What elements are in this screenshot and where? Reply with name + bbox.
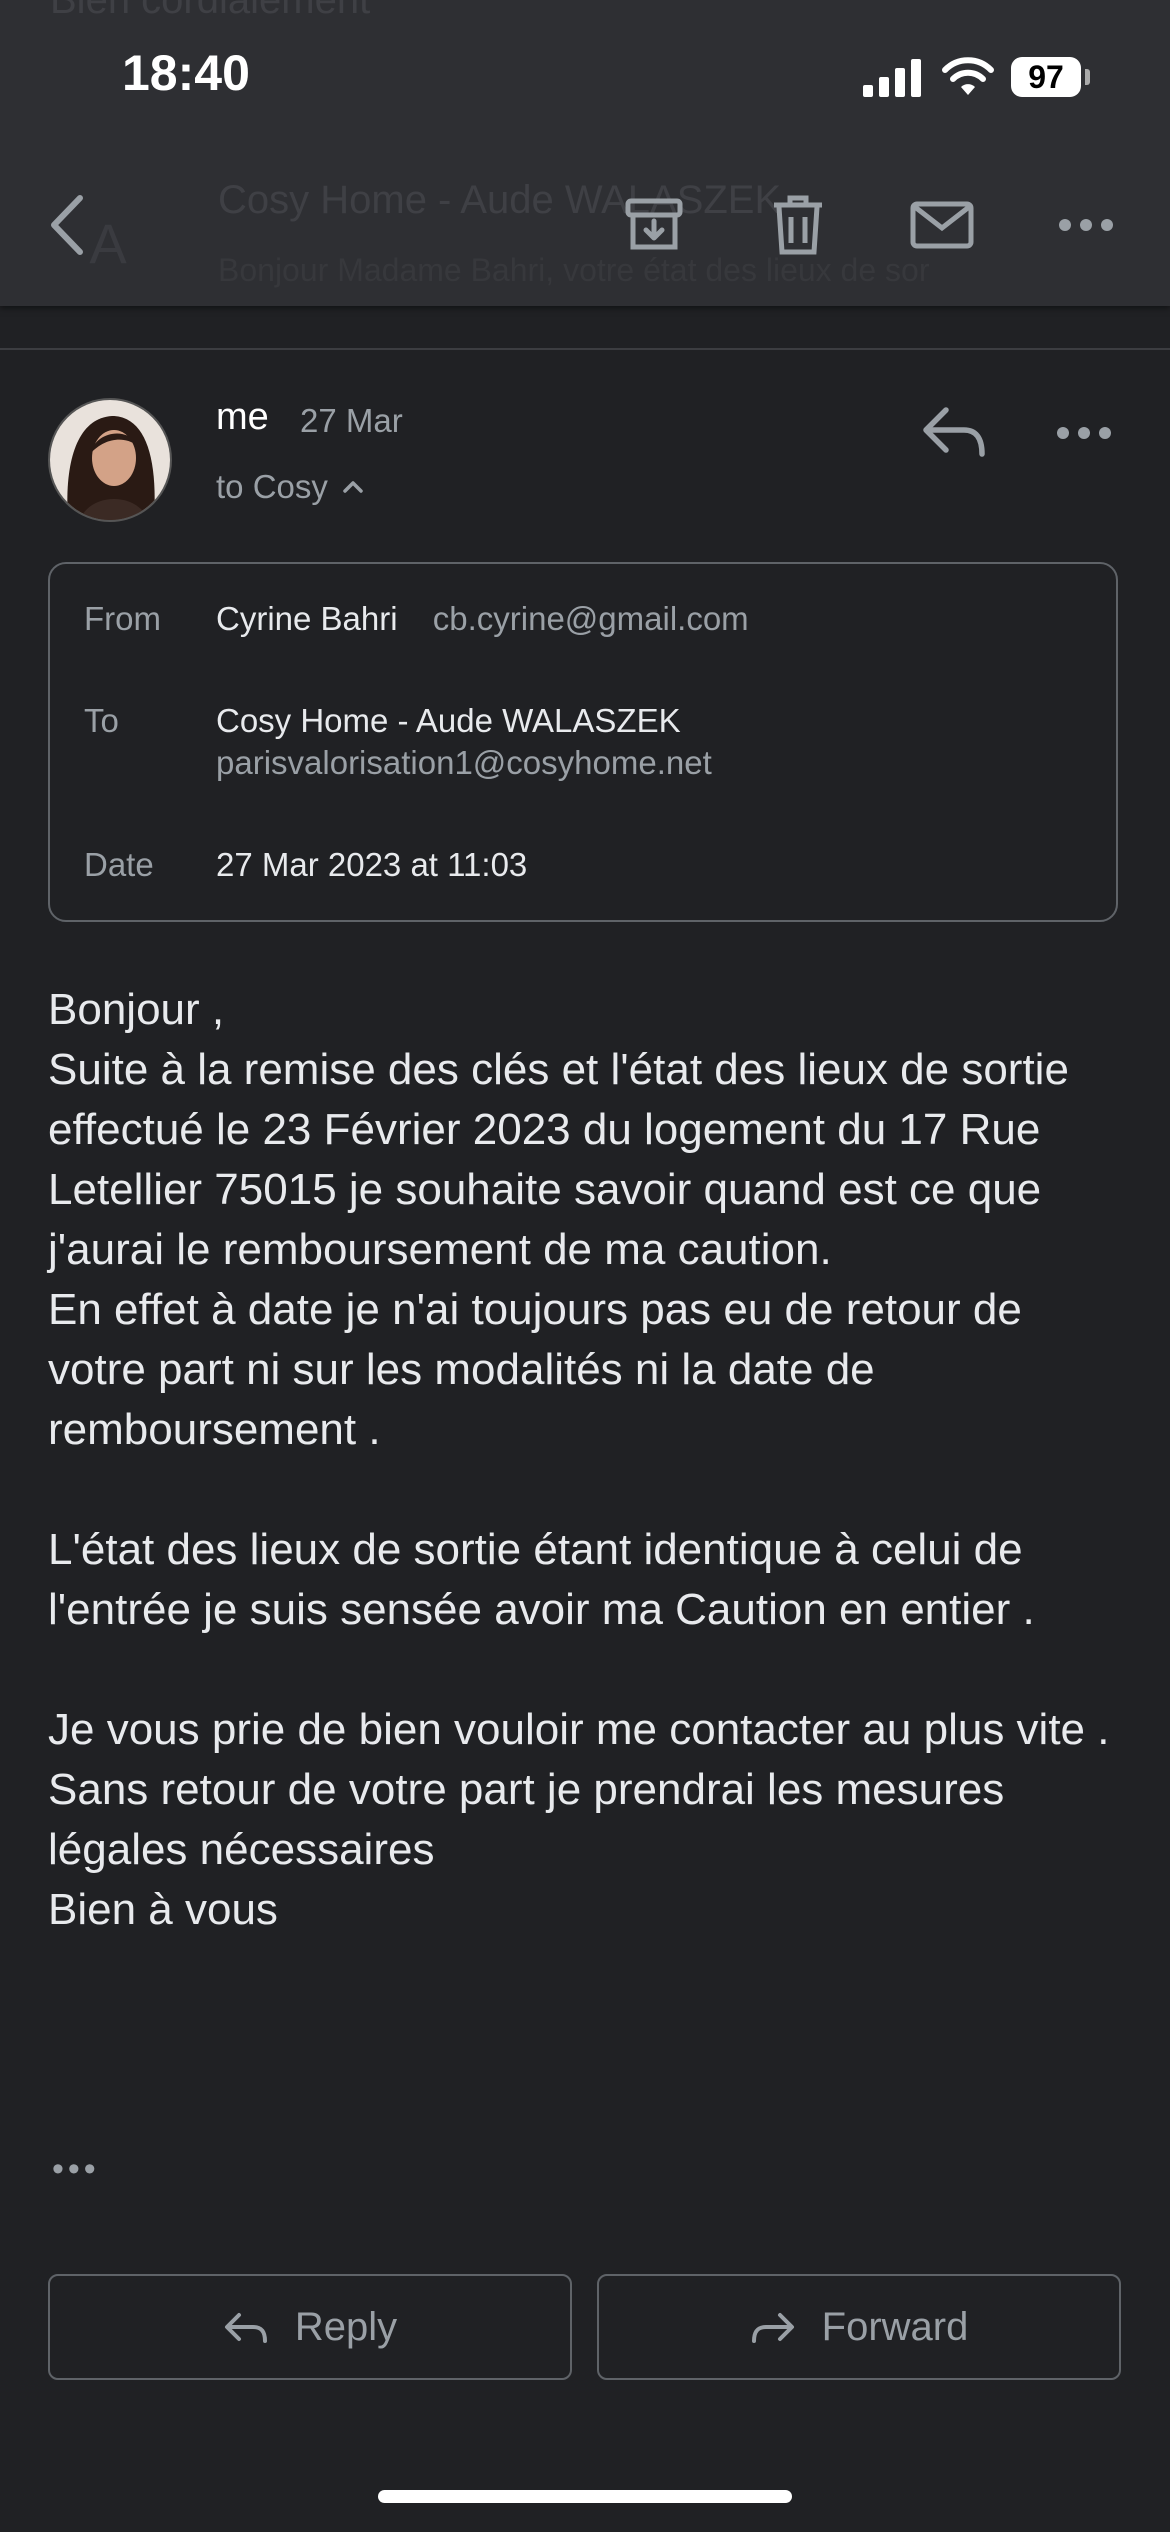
message-more-button[interactable]	[1056, 408, 1116, 458]
archive-icon	[625, 198, 683, 250]
reply-icon	[224, 2313, 267, 2343]
date-label: Date	[84, 846, 154, 883]
forward-action-button[interactable]: Forward	[597, 2274, 1121, 2380]
from-label: From	[84, 600, 161, 637]
divider	[0, 348, 1170, 350]
forward-icon	[751, 2313, 794, 2343]
chevron-left-icon	[51, 195, 83, 255]
status-time: 18:40	[122, 45, 250, 101]
chevron-up-icon	[343, 481, 363, 493]
battery-icon: 97	[1011, 57, 1081, 97]
mark-unread-button[interactable]	[902, 190, 982, 260]
reply-action-button[interactable]: Reply	[48, 2274, 572, 2380]
mail-icon	[910, 201, 974, 249]
message-body: Bonjour , Suite à la remise des clés et …	[48, 985, 1110, 1934]
archive-button[interactable]	[614, 190, 694, 260]
back-button[interactable]	[44, 190, 88, 260]
date-value: 27 Mar 2023 at 11:03	[216, 846, 528, 883]
trash-icon	[774, 195, 822, 255]
more-options-button[interactable]	[1046, 190, 1126, 260]
forward-label: Forward	[821, 2304, 969, 2349]
more-horizontal-icon	[1059, 219, 1113, 231]
reply-label: Reply	[294, 2304, 398, 2349]
recipient-summary: to Cosy	[216, 468, 328, 505]
delete-button[interactable]	[758, 190, 838, 260]
from-name: Cyrine Bahri	[216, 600, 398, 637]
to-name: Cosy Home - Aude WALASZEK	[216, 702, 681, 739]
battery-tip	[1085, 69, 1090, 85]
profile-photo	[50, 400, 170, 520]
message-date: 27 Mar	[300, 402, 403, 439]
background-snippet-top: Bien cordialement	[50, 0, 371, 22]
from-email[interactable]: cb.cyrine@gmail.com	[433, 600, 749, 637]
message-details: From Cyrine Bahri cb.cyrine@gmail.com To…	[48, 562, 1118, 922]
cellular-signal-icon	[863, 59, 921, 97]
to-email[interactable]: parisvalorisation1@cosyhome.net	[216, 744, 712, 782]
more-horizontal-icon	[1057, 427, 1111, 439]
recipient-toggle[interactable]: to Cosy	[216, 468, 364, 506]
top-toolbar: Bien cordialement A Cosy Home - Aude WAL…	[0, 0, 1170, 306]
to-label: To	[84, 702, 119, 739]
reply-icon	[923, 407, 985, 457]
sender-name: me	[216, 396, 269, 438]
reply-button[interactable]	[920, 402, 990, 462]
show-trimmed-content-button[interactable]: •••	[52, 2150, 100, 2189]
avatar[interactable]	[48, 398, 172, 522]
from-value: Cyrine Bahri cb.cyrine@gmail.com	[216, 600, 749, 638]
home-indicator[interactable]	[378, 2490, 792, 2503]
status-icons: 97	[863, 52, 1090, 102]
wifi-icon	[942, 57, 994, 95]
